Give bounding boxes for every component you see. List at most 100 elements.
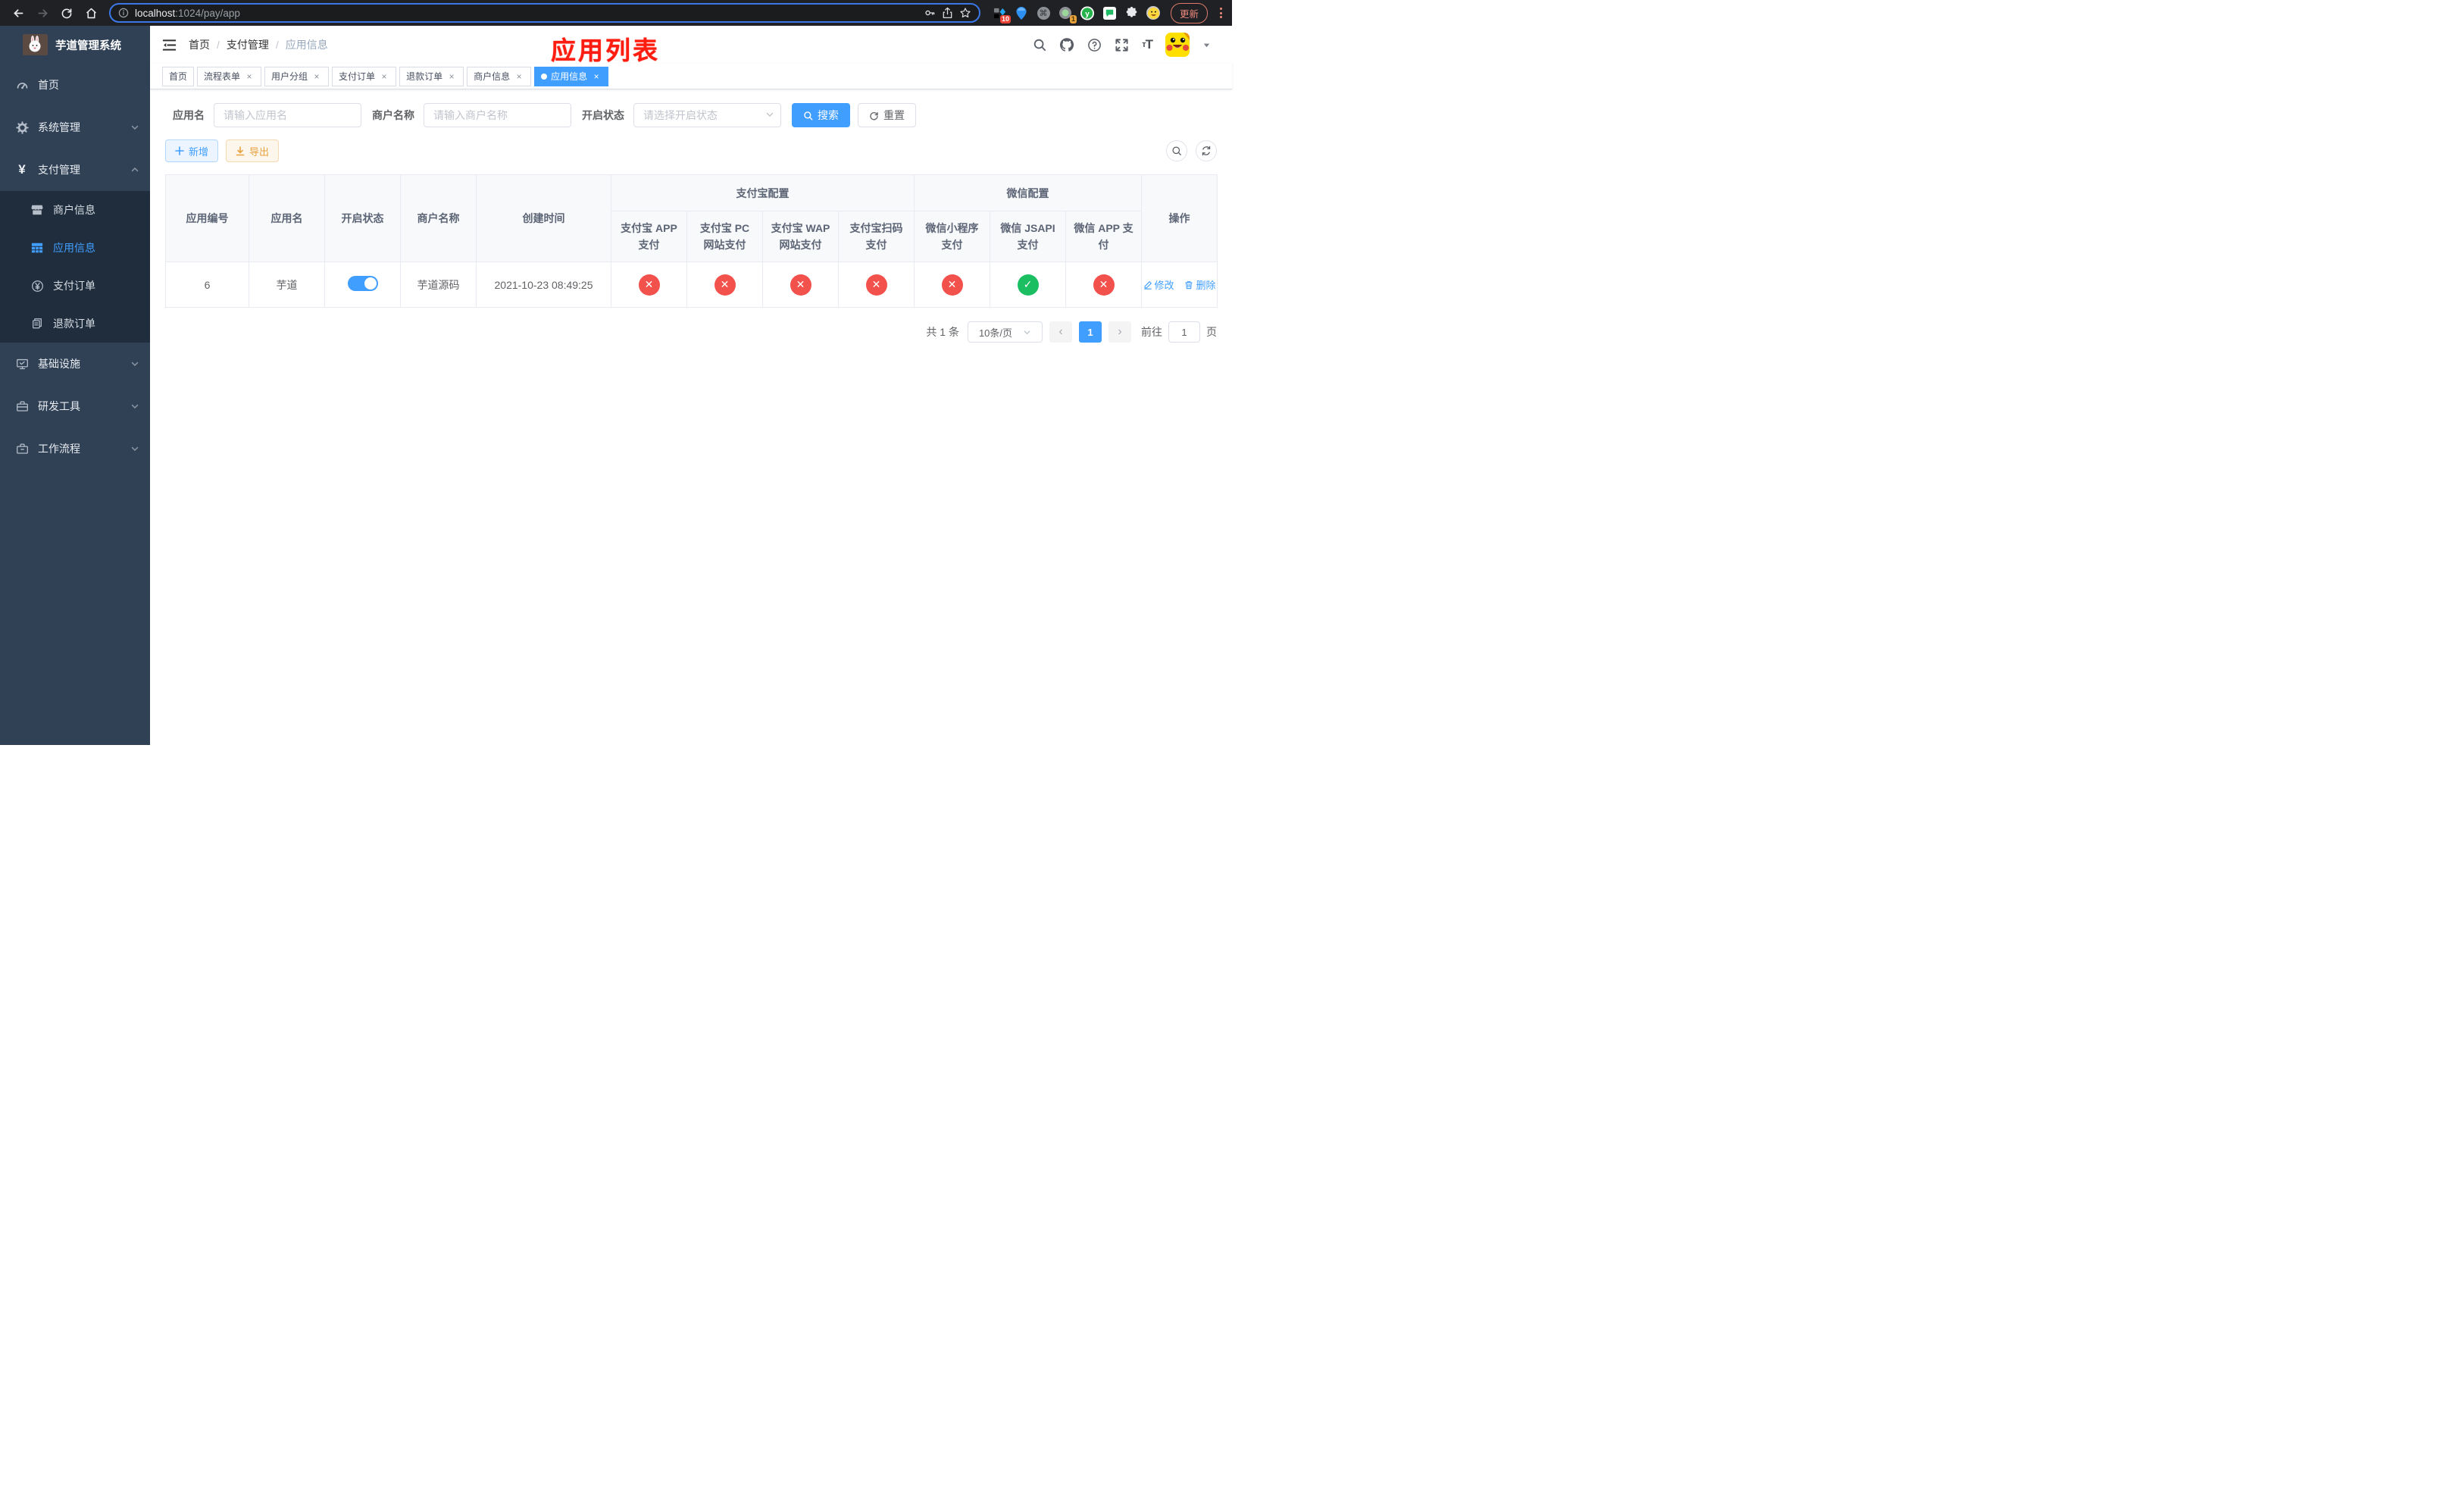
- browser-update-button[interactable]: 更新: [1171, 2, 1209, 23]
- sidebar-logo-row[interactable]: 芋道管理系统: [0, 26, 150, 64]
- sidebar-item-infrastructure[interactable]: 基础设施: [0, 343, 150, 385]
- sidebar-item-payment[interactable]: ¥ 支付管理: [0, 149, 150, 191]
- avatar-caret-icon[interactable]: [1202, 41, 1211, 49]
- sidebar-item-label: 首页: [38, 79, 59, 91]
- address-bar[interactable]: localhost:1024/pay/app: [109, 3, 980, 23]
- sidebar-item-dev-tools[interactable]: 研发工具: [0, 385, 150, 427]
- tag-process-form[interactable]: 流程表单 ×: [197, 66, 262, 86]
- tag-refund-order[interactable]: 退款订单 ×: [399, 66, 464, 86]
- cell-app-id: 6: [165, 261, 249, 308]
- sidebar-item-app-info[interactable]: 应用信息: [0, 229, 150, 267]
- edit-link[interactable]: 修改: [1143, 277, 1174, 292]
- add-button-label: 新增: [189, 146, 209, 158]
- goto-page-input[interactable]: [1168, 321, 1200, 343]
- ext-y-icon[interactable]: y: [1080, 6, 1094, 20]
- sidebar-item-merchant-info[interactable]: 商户信息: [0, 191, 150, 229]
- browser-back-icon[interactable]: [8, 2, 29, 23]
- status-toggle[interactable]: [347, 276, 378, 291]
- svg-text:y: y: [1085, 10, 1090, 18]
- col-header-app-id: 应用编号: [165, 174, 249, 262]
- fullscreen-icon[interactable]: [1115, 38, 1129, 52]
- close-icon[interactable]: ×: [446, 71, 457, 82]
- breadcrumb-separator: /: [275, 39, 279, 51]
- sidebar-item-home[interactable]: 首页: [0, 64, 150, 106]
- store-icon: [30, 204, 44, 216]
- export-button[interactable]: 导出: [226, 139, 280, 162]
- delete-link[interactable]: 删除: [1184, 277, 1215, 292]
- share-icon[interactable]: [942, 7, 953, 19]
- ext-emoji-icon[interactable]: [1146, 6, 1160, 20]
- browser-menu-icon[interactable]: [1217, 5, 1225, 21]
- col-header-merchant: 商户名称: [400, 174, 477, 262]
- refresh-table-button[interactable]: [1196, 140, 1217, 161]
- yen-icon: ¥: [18, 162, 26, 177]
- cell-alipay-qr: ✕: [838, 261, 915, 308]
- tag-merchant-info[interactable]: 商户信息 ×: [467, 66, 532, 86]
- search-icon: [804, 111, 813, 120]
- avatar[interactable]: [1165, 33, 1190, 57]
- next-page-button[interactable]: ›: [1108, 321, 1131, 343]
- bookmark-star-icon[interactable]: [959, 7, 971, 19]
- status-label: 开启状态: [582, 109, 624, 121]
- status-select[interactable]: [633, 103, 781, 127]
- app-name-input[interactable]: [214, 103, 361, 127]
- chevron-down-icon: [765, 110, 774, 119]
- ext-chat-icon[interactable]: [1102, 6, 1116, 20]
- tag-home[interactable]: 首页: [162, 66, 195, 86]
- ext-sketch-icon[interactable]: 10: [993, 6, 1011, 23]
- password-key-icon[interactable]: [924, 7, 936, 19]
- prev-page-button[interactable]: ‹: [1049, 321, 1072, 343]
- ext-badge: 1: [1069, 15, 1077, 23]
- sidebar-item-pay-order[interactable]: 支付订单: [0, 267, 150, 305]
- tag-user-group[interactable]: 用户分组 ×: [264, 66, 330, 86]
- sidebar-item-system[interactable]: 系统管理: [0, 106, 150, 149]
- breadcrumb-payment[interactable]: 支付管理: [227, 37, 269, 52]
- yen-circle-icon: [30, 280, 44, 293]
- tag-pay-order[interactable]: 支付订单 ×: [332, 66, 397, 86]
- header-search-icon[interactable]: [1033, 38, 1046, 52]
- browser-home-icon[interactable]: [80, 2, 102, 23]
- browser-reload-icon[interactable]: [56, 2, 77, 23]
- sidebar-collapse-icon[interactable]: [162, 39, 177, 52]
- help-icon[interactable]: [1087, 38, 1102, 52]
- github-icon[interactable]: [1059, 37, 1074, 52]
- tag-label: 应用信息: [551, 71, 588, 82]
- documents-icon: [30, 318, 44, 330]
- close-icon[interactable]: ×: [514, 71, 524, 82]
- add-button[interactable]: 新增: [165, 139, 219, 162]
- cell-created: 2021-10-23 08:49:25: [476, 261, 611, 308]
- browser-forward-icon[interactable]: [32, 2, 53, 23]
- sidebar-item-workflow[interactable]: 工作流程: [0, 427, 150, 470]
- chevron-down-icon: [130, 359, 139, 368]
- cell-wx-jsapi: ✓: [990, 261, 1066, 308]
- font-size-icon[interactable]: тT: [1142, 37, 1153, 52]
- close-icon[interactable]: ×: [379, 71, 389, 82]
- site-info-icon[interactable]: [118, 8, 129, 18]
- merchant-name-input[interactable]: [424, 103, 571, 127]
- dashboard-icon: [15, 79, 29, 92]
- cell-alipay-pc: ✕: [686, 261, 763, 308]
- status-cross-icon: ✕: [714, 274, 736, 296]
- sidebar-item-refund-order[interactable]: 退款订单: [0, 305, 150, 343]
- page-size-select[interactable]: 10条/页: [968, 321, 1043, 343]
- goto-label: 前往: [1141, 326, 1162, 338]
- pagination-total: 共 1 条: [926, 326, 959, 338]
- close-icon[interactable]: ×: [591, 71, 602, 82]
- status-cross-icon: ✕: [790, 274, 811, 296]
- ext-balloon-icon[interactable]: [1015, 6, 1028, 20]
- breadcrumb-home[interactable]: 首页: [189, 37, 210, 52]
- col-header-alipay-wap: 支付宝 WAP 网站支付: [762, 211, 839, 262]
- search-button[interactable]: 搜索: [792, 103, 850, 127]
- briefcase-icon: [15, 443, 29, 455]
- ext-recorder-icon[interactable]: 1: [1058, 6, 1077, 23]
- close-icon[interactable]: ×: [244, 71, 255, 82]
- sidebar-item-label: 基础设施: [38, 358, 80, 370]
- tag-app-info-active[interactable]: 应用信息 ×: [534, 66, 609, 86]
- page-1-button[interactable]: 1: [1079, 321, 1102, 343]
- reset-button[interactable]: 重置: [858, 103, 916, 127]
- toggle-search-button[interactable]: [1166, 140, 1187, 161]
- cell-status: [324, 261, 401, 308]
- extensions-puzzle-icon[interactable]: [1124, 6, 1138, 20]
- ext-command-icon[interactable]: ⌘: [1037, 6, 1050, 20]
- close-icon[interactable]: ×: [311, 71, 322, 82]
